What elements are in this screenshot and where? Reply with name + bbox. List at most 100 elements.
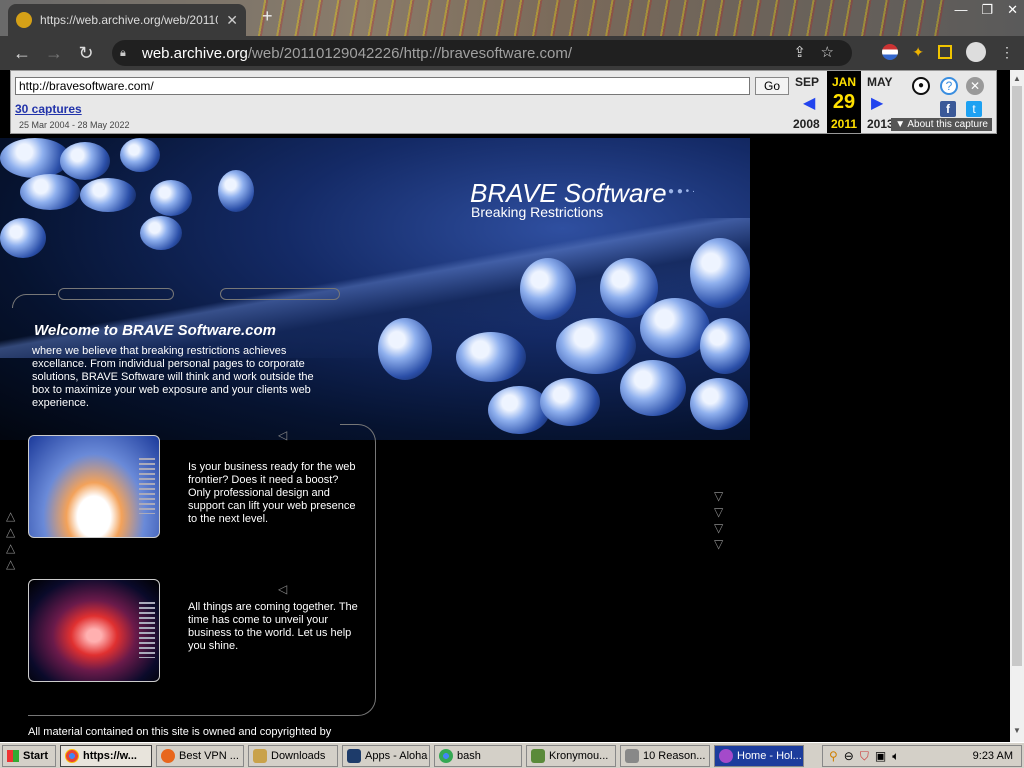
taskbar-item-reasons[interactable]: 10 Reason... [620,744,710,767]
address-bar[interactable]: 🔒︎ web.archive.org/web/20110129042226/ht… [112,40,852,66]
captures-link[interactable]: 30 captures [15,102,82,116]
account-icon[interactable]: ● [912,77,930,95]
bookmark-star-icon[interactable]: ☆ [821,43,834,61]
reload-icon[interactable]: ↻ [74,43,98,64]
start-button[interactable]: Start [2,744,56,767]
current-year: 2011 [830,117,858,131]
close-toolbar-icon[interactable]: ✕ [966,77,984,95]
browser-tab-strip: https://web.archive.org/web/20110 ✕ + — … [0,0,1024,36]
go-button[interactable]: Go [755,77,789,95]
welcome-heading: Welcome to BRAVE Software.com [34,322,276,339]
twitter-icon[interactable]: t [966,101,982,117]
minimize-button[interactable]: — [954,2,967,18]
close-window-button[interactable]: ✕ [1007,2,1018,18]
wayback-toolbar: Go 30 captures 25 Mar 2004 - 28 May 2022… [10,70,997,134]
taskbar-item-label: Apps - Aloha [365,749,428,762]
taskbar-item-label: Downloads [271,749,326,762]
scrollbar-thumb[interactable] [1012,86,1022,666]
tab-close-icon[interactable]: ✕ [226,12,238,29]
pill-graphic [540,378,600,426]
intro-text: where we believe that breaking restricti… [32,345,314,409]
menu-kebab-icon[interactable]: ⋮ [1000,44,1014,61]
extensions-puzzle-icon[interactable]: ✦ [912,44,924,61]
taskbar-item-aloha[interactable]: Apps - Aloha [342,744,430,767]
security-icon[interactable]: ⛉ [860,749,869,764]
facebook-icon[interactable]: f [940,101,956,117]
forward-icon[interactable]: → [42,43,66,64]
capture-calendar: SEP ◀ 2008 JAN 29 2011 MAY ▶ 2013 [793,71,903,133]
next-year-label[interactable]: 2013 [867,117,894,131]
profile-avatar-icon[interactable]: ● [966,42,986,62]
page-scrollbar[interactable]: ▲ ▼ [1010,70,1024,742]
back-icon[interactable]: ← [10,43,34,64]
frame-line [220,288,340,300]
pill-graphic [140,216,182,250]
search-icon[interactable]: ⚲ [829,749,838,763]
current-capture: JAN 29 2011 [827,71,861,133]
pill-graphic [218,170,254,212]
taskbar-item-label: https://w... [83,749,137,762]
firefox-icon [161,748,175,763]
taskbar-item-label: bash [457,749,481,762]
restore-button[interactable]: ❐ [981,2,993,18]
browser-tab[interactable]: https://web.archive.org/web/20110 ✕ [8,4,246,36]
current-month: JAN [831,75,856,89]
frame-line [28,715,340,716]
triangle-stack-icon: △ △ △ △ [6,509,16,571]
scroll-down-icon[interactable]: ▼ [1012,726,1022,735]
taskbar-item-label: Kronymou... [549,749,609,762]
triangle-stack-icon: ▽ ▽ ▽ ▽ [714,489,724,551]
taskbar-item-kronymous[interactable]: Kronymou... [526,744,616,767]
pill-graphic [690,238,750,308]
triangle-left-icon: ◁ [278,428,288,442]
blurb-web-frontier: Is your business ready for the web front… [188,461,356,525]
about-capture-button[interactable]: ▼ About this capture [891,118,992,131]
pill-graphic [700,318,750,374]
pill-graphic [378,318,432,380]
pill-graphic [20,174,80,210]
prev-month-label[interactable]: SEP [795,75,819,89]
scroll-up-icon[interactable]: ▲ [1012,74,1022,83]
document-icon [625,748,639,763]
blurb-coming-together: All things are coming together. The time… [188,601,358,652]
new-tab-button[interactable]: + [262,6,273,27]
browser-toolbar: ← → ↻ 🔒︎ web.archive.org/web/20110129042… [0,36,1024,70]
minus-circle-icon[interactable]: ⊖ [844,749,854,763]
volume-icon[interactable]: 🔈︎ [892,749,899,764]
lock-icon: 🔒︎ [120,47,126,59]
frame-line [58,288,174,300]
taskbar-item-firefox[interactable]: Best VPN ... [156,744,244,767]
bash-icon [439,748,453,763]
help-icon[interactable]: ? [940,77,958,95]
favicon-icon [16,12,32,28]
taskbar-item-chrome[interactable]: https://w... [60,744,152,767]
extension-flag-icon[interactable] [882,44,899,60]
pill-graphic [0,218,46,258]
theme-decoration [250,0,950,36]
aloha-icon [347,748,361,763]
browser-icon [719,748,733,763]
current-day: 29 [832,91,856,113]
share-icon[interactable]: ⇪ [793,43,806,61]
nebula-image [28,579,160,682]
next-month-label[interactable]: MAY [867,75,893,89]
prev-capture-arrow-icon[interactable]: ◀ [803,93,815,113]
tab-title: https://web.archive.org/web/20110 [40,13,219,27]
network-icon[interactable]: ▣ [875,749,886,763]
taskbar-item-downloads[interactable]: Downloads [248,744,338,767]
wayback-url-input[interactable] [15,77,750,95]
next-capture-arrow-icon[interactable]: ▶ [871,93,883,113]
rocket-launch-image [28,435,160,538]
taskbar-item-label: 10 Reason... [643,749,706,762]
side-panel-icon[interactable] [938,45,952,59]
taskbar-item-home[interactable]: Home - Hol... [714,744,804,767]
clock: 9:23 AM [972,750,1013,762]
prev-year-label[interactable]: 2008 [793,117,820,131]
pill-graphic [556,318,636,374]
taskbar-item-bash[interactable]: bash [434,744,522,767]
capture-date-range: 25 Mar 2004 - 28 May 2022 [19,120,130,130]
pill-graphic [60,142,110,180]
os-taskbar: Start https://w... Best VPN ... Download… [0,742,1024,768]
chrome-icon [65,748,79,763]
frame-line [12,294,56,308]
